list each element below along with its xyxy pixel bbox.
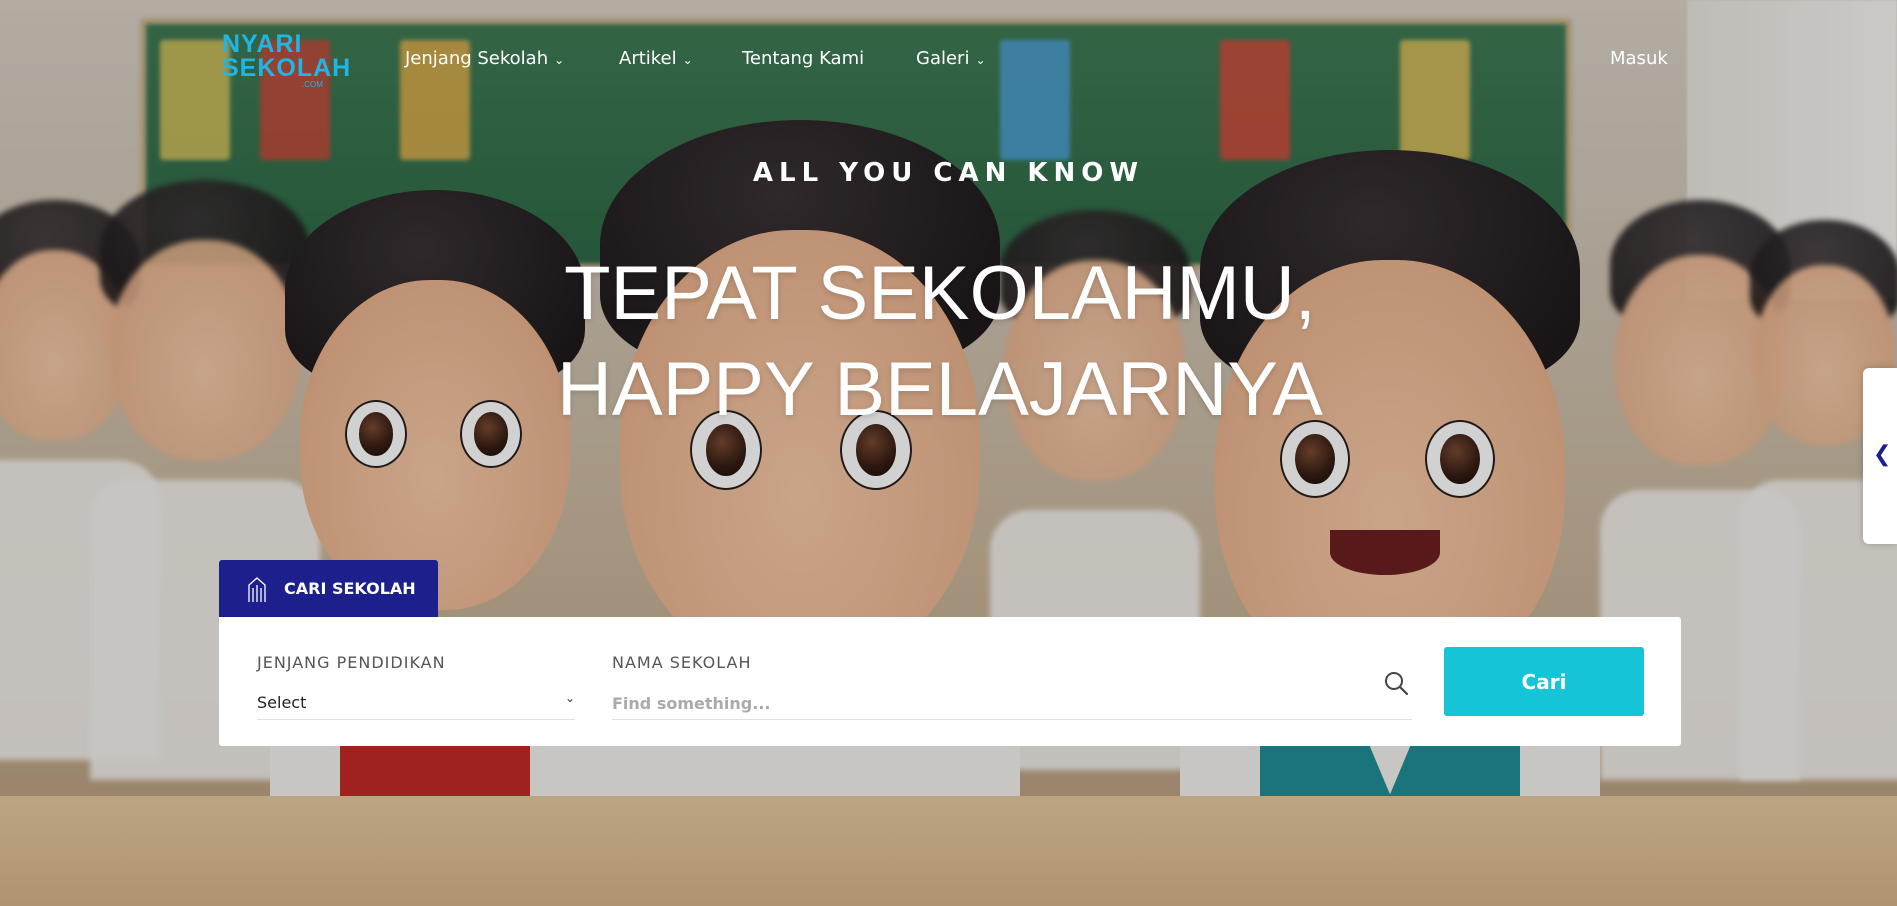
- chevron-left-icon: ❮: [1873, 442, 1892, 467]
- building-icon: [248, 577, 266, 602]
- site-logo[interactable]: NYARI SEKOLAH .COM: [222, 30, 352, 90]
- hero-eyebrow: ALL YOU CAN KNOW: [752, 158, 1145, 188]
- logo-text-line2: SEKOLAH: [222, 54, 352, 82]
- search-tab-label: CARI SEKOLAH: [284, 579, 416, 598]
- nama-sekolah-label: NAMA SEKOLAH: [612, 653, 752, 672]
- nav-item-label: Artikel: [619, 48, 677, 69]
- search-panel: JENJANG PENDIDIKAN Select ⌄ NAMA SEKOLAH…: [219, 617, 1681, 746]
- chevron-down-icon: ⌄: [682, 53, 693, 67]
- jenjang-select[interactable]: Select ⌄: [257, 689, 575, 720]
- nav-item-label: Tentang Kami: [742, 48, 865, 69]
- hero-background: [0, 0, 1897, 906]
- nav-item-tentang-kami[interactable]: Tentang Kami: [742, 48, 864, 69]
- jenjang-label: JENJANG PENDIDIKAN: [257, 653, 446, 672]
- hero-headline-line2: HAPPY BELAJARNYA: [557, 347, 1323, 432]
- logo-text-line3: .COM: [302, 80, 323, 89]
- nav-item-galeri[interactable]: Galeri ⌄: [916, 48, 986, 69]
- hero-headline: TEPAT SEKOLAHMU, HAPPY BELAJARNYA: [500, 246, 1380, 438]
- nama-sekolah-input[interactable]: [612, 687, 1412, 720]
- hero-overlay: [0, 0, 1897, 906]
- search-tab[interactable]: CARI SEKOLAH: [219, 560, 438, 617]
- side-panel-toggle[interactable]: ❮: [1863, 368, 1897, 544]
- nav-item-label: Galeri: [916, 48, 970, 69]
- search-icon[interactable]: [1383, 670, 1409, 696]
- cari-button[interactable]: Cari: [1444, 647, 1644, 716]
- hero-headline-line1: TEPAT SEKOLAHMU,: [564, 251, 1316, 336]
- jenjang-selected-value: Select: [257, 693, 307, 712]
- nav-item-artikel[interactable]: Artikel ⌄: [619, 48, 693, 69]
- chevron-down-icon: ⌄: [564, 691, 575, 705]
- chevron-down-icon: ⌄: [554, 53, 565, 67]
- nav-item-jenjang-sekolah[interactable]: Jenjang Sekolah ⌄: [405, 48, 564, 69]
- chevron-down-icon: ⌄: [975, 53, 986, 67]
- login-link[interactable]: Masuk: [1610, 48, 1668, 69]
- nav-item-label: Jenjang Sekolah: [405, 48, 549, 69]
